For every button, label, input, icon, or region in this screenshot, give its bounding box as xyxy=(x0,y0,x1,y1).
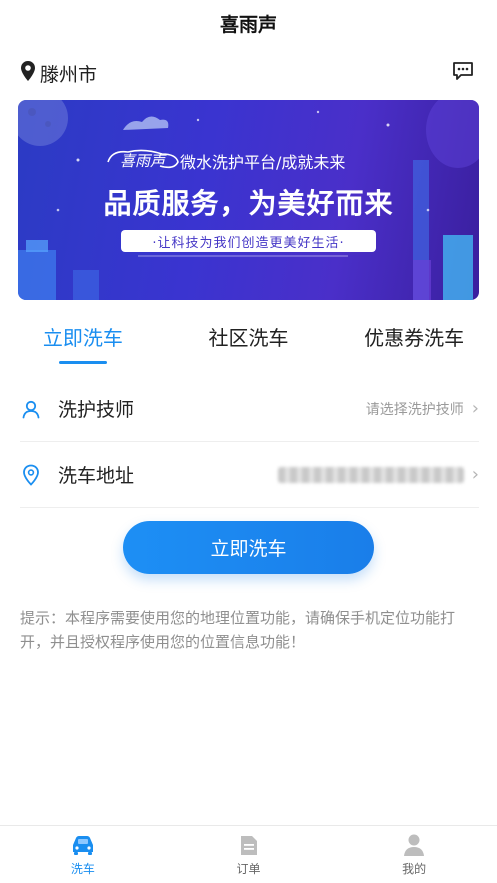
technician-label: 洗护技师 xyxy=(58,399,135,421)
banner-headline: 品质服务，为美好而来 xyxy=(103,187,394,220)
address-value-blurred xyxy=(277,466,464,483)
technician-selector[interactable]: 请选择洗护技师 › xyxy=(366,398,479,419)
order-icon xyxy=(236,833,262,857)
nav-label: 洗车 xyxy=(70,861,95,876)
tab-label: 立即洗车 xyxy=(42,326,123,350)
nav-item-orders[interactable]: 订单 xyxy=(166,826,332,883)
address-selector[interactable]: › xyxy=(277,464,479,485)
tab-wash-now[interactable]: 立即洗车 xyxy=(0,322,166,368)
technician-row[interactable]: 洗护技师 请选择洗护技师 › xyxy=(20,376,479,442)
city-label: 滕州市 xyxy=(40,63,98,86)
banner-subtitle: 微水洗护平台/成就未来 xyxy=(180,153,346,172)
nav-item-wash[interactable]: 洗车 xyxy=(0,826,166,883)
address-row[interactable]: 洗车地址 › xyxy=(20,442,479,508)
tab-community-wash[interactable]: 社区洗车 xyxy=(166,322,332,368)
location-pin-icon xyxy=(20,60,36,86)
user-icon xyxy=(401,833,427,857)
tab-coupon-wash[interactable]: 优惠券洗车 xyxy=(331,322,497,368)
car-icon xyxy=(70,833,96,857)
tab-label: 优惠券洗车 xyxy=(364,326,465,350)
location-permission-tip: 提示：本程序需要使用您的地理位置功能，请确保手机定位功能打开，并且授权程序使用您… xyxy=(20,609,456,651)
tab-label: 社区洗车 xyxy=(208,326,289,350)
nav-item-profile[interactable]: 我的 xyxy=(331,826,497,883)
nav-label: 订单 xyxy=(236,861,261,876)
banner-slogan: ·让科技为我们创造更美好生活· xyxy=(121,230,376,252)
active-tab-indicator xyxy=(58,361,107,364)
wash-now-button[interactable]: 立即洗车 xyxy=(123,521,374,574)
banner-logo: 喜雨声 xyxy=(104,144,184,172)
location-bar: 滕州市 xyxy=(20,56,477,90)
location-marker-icon xyxy=(20,464,42,486)
banner-logo-text: 喜雨声 xyxy=(120,152,166,170)
app-title: 喜雨声 xyxy=(219,13,277,36)
nav-label: 我的 xyxy=(402,861,427,876)
chat-bubble-icon xyxy=(452,61,474,85)
message-button[interactable] xyxy=(449,59,477,87)
wash-type-tabs: 立即洗车 社区洗车 优惠券洗车 xyxy=(0,322,497,368)
promo-banner[interactable]: 喜雨声 微水洗护平台/成就未来 品质服务，为美好而来 ·让科技为我们创造更美好生… xyxy=(18,100,479,300)
bottom-nav: 洗车 订单 我的 xyxy=(0,825,497,883)
chevron-right-icon: › xyxy=(471,464,479,485)
chevron-right-icon: › xyxy=(471,398,479,419)
location-selector[interactable]: 滕州市 xyxy=(20,60,97,87)
address-label: 洗车地址 xyxy=(58,465,135,487)
person-icon xyxy=(20,398,42,420)
technician-placeholder: 请选择洗护技师 xyxy=(365,401,464,418)
